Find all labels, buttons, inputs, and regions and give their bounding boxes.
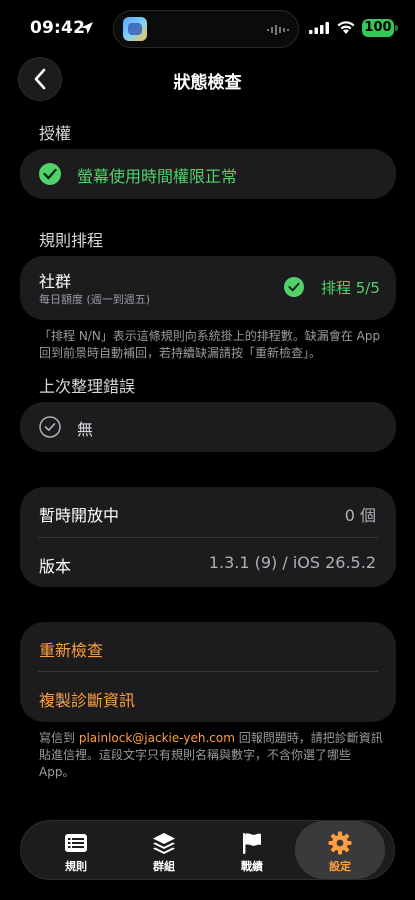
recheck-button[interactable]: 重新檢查 bbox=[39, 637, 103, 661]
battery-indicator: 100 bbox=[362, 19, 394, 37]
tab-label: 設定 bbox=[329, 860, 351, 873]
layers-icon bbox=[153, 833, 175, 854]
authorization-status: 螢幕使用時間權限正常 bbox=[77, 167, 238, 186]
status-bar: 09:42 100 bbox=[0, 0, 415, 56]
section-header-last-error: 上次整理錯誤 bbox=[39, 377, 136, 396]
checkmark-circle-outline-icon bbox=[39, 416, 61, 438]
last-error-value: 無 bbox=[77, 420, 94, 439]
tab-settings[interactable]: 設定 bbox=[295, 821, 385, 879]
divider bbox=[38, 671, 378, 672]
cellular-signal-icon bbox=[309, 22, 329, 34]
rule-name: 社群 bbox=[39, 272, 72, 291]
schedule-footnote: 「排程 N/N」表示這條規則向系統掛上的排程數。缺漏會在 App 回到前景時自動… bbox=[39, 329, 381, 360]
rule-subtitle: 每日額度 (週一到週五) bbox=[39, 293, 151, 306]
tab-bar: 規則 群組 戰績 設定 bbox=[20, 820, 395, 880]
flag-icon bbox=[243, 833, 261, 854]
tab-stats[interactable]: 戰績 bbox=[207, 821, 297, 879]
info-card: 暫時開放中 0 個 版本 1.3.1 (9) / iOS 26.5.2 bbox=[20, 487, 396, 587]
temp-open-value: 0 個 bbox=[344, 506, 376, 525]
last-error-card: 無 bbox=[20, 402, 396, 452]
contact-prefix: 寫信到 bbox=[39, 731, 79, 745]
audio-wave-icon bbox=[267, 25, 289, 35]
temp-open-label: 暫時開放中 bbox=[39, 506, 120, 525]
schedule-status: 排程 5/5 bbox=[321, 279, 380, 297]
tab-label: 群組 bbox=[153, 860, 175, 873]
version-value: 1.3.1 (9) / iOS 26.5.2 bbox=[208, 553, 376, 572]
status-time: 09:42 bbox=[30, 18, 86, 38]
version-label: 版本 bbox=[39, 557, 72, 576]
wifi-icon bbox=[337, 21, 355, 34]
checkmark-circle-icon bbox=[284, 277, 304, 297]
tab-groups[interactable]: 群組 bbox=[119, 821, 209, 879]
section-header-authorization: 授權 bbox=[39, 124, 72, 143]
actions-card: 重新檢查 複製診斷資訊 bbox=[20, 622, 396, 722]
tab-rules[interactable]: 規則 bbox=[31, 821, 121, 879]
tab-label: 規則 bbox=[65, 860, 87, 873]
contact-footnote: 寫信到 plainlock@jackie-yeh.com 回報問題時，請把診斷資… bbox=[39, 730, 384, 781]
page-title: 狀態檢查 bbox=[173, 73, 242, 93]
app-thumbnail-icon bbox=[123, 17, 147, 41]
contact-email-link[interactable]: plainlock@jackie-yeh.com bbox=[79, 731, 235, 745]
gear-icon bbox=[328, 831, 352, 855]
list-icon bbox=[65, 834, 87, 852]
tab-label: 戰績 bbox=[241, 860, 263, 873]
checkmark-circle-icon bbox=[39, 163, 61, 185]
divider bbox=[38, 537, 378, 538]
rule-row[interactable]: 社群 每日額度 (週一到週五) 排程 5/5 bbox=[20, 256, 396, 320]
authorization-card: 螢幕使用時間權限正常 bbox=[20, 149, 396, 199]
battery-tip bbox=[395, 25, 398, 31]
location-arrow-icon bbox=[81, 22, 93, 34]
copy-diagnostics-button[interactable]: 複製診斷資訊 bbox=[39, 687, 135, 711]
dynamic-island[interactable] bbox=[113, 10, 299, 48]
section-header-rule-schedule: 規則排程 bbox=[39, 231, 104, 250]
